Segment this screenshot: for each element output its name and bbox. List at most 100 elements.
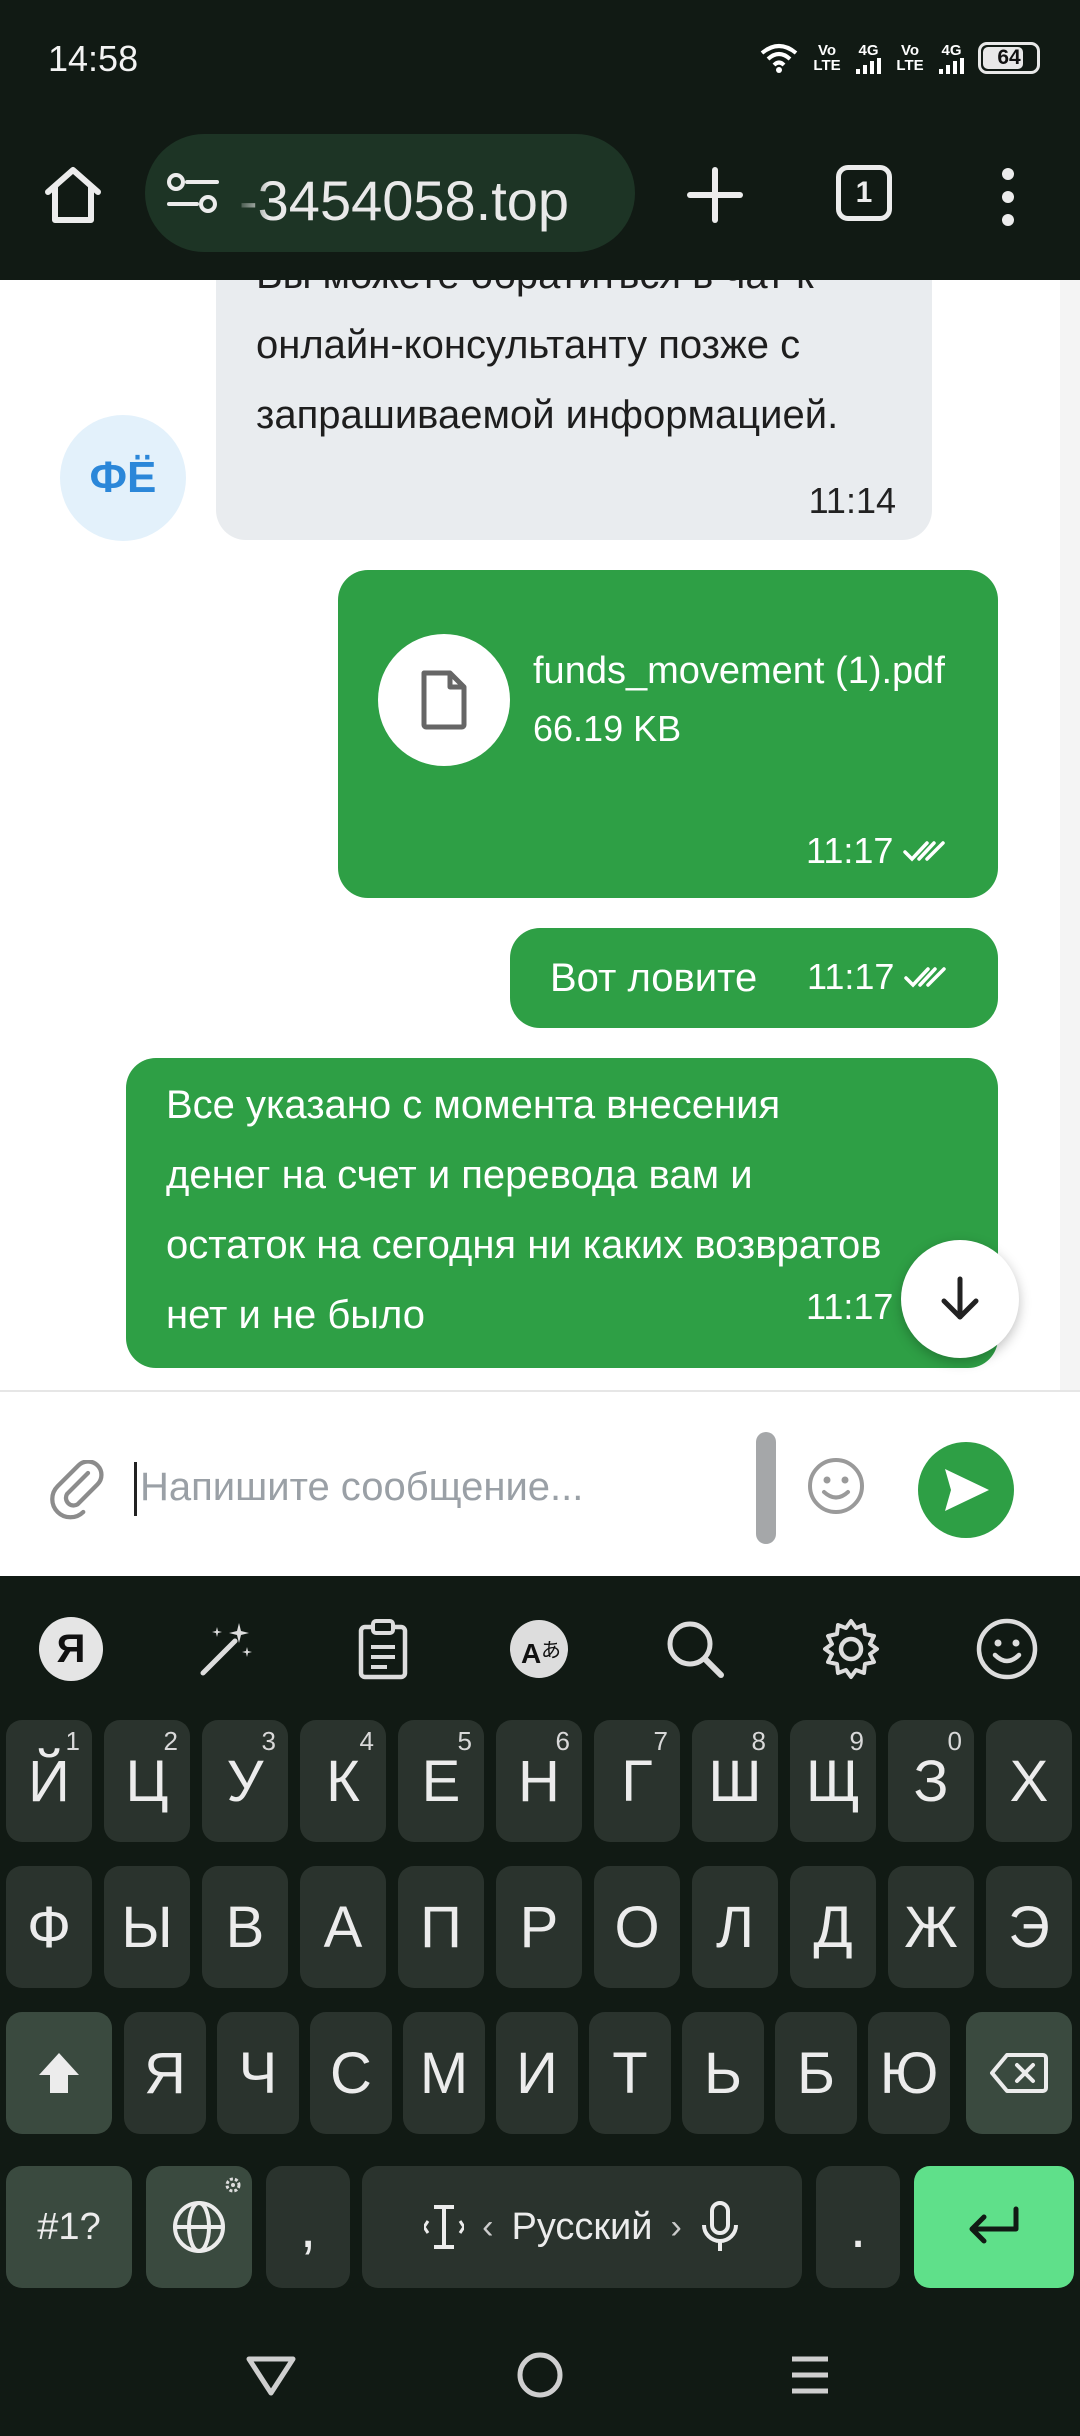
site-settings-icon[interactable] <box>167 170 219 216</box>
shift-key[interactable] <box>6 2012 112 2134</box>
home-circle-icon <box>517 2352 563 2398</box>
outgoing-message[interactable]: Вот ловите 11:17 <box>510 928 998 1028</box>
key[interactable]: С <box>310 2012 392 2134</box>
space-key[interactable]: ‹ Русский › <box>362 2166 802 2288</box>
key[interactable]: Ш8 <box>692 1720 778 1842</box>
language-switch-key[interactable] <box>146 2166 252 2288</box>
key[interactable]: Э <box>986 1866 1072 1988</box>
svg-text:A: A <box>521 1638 541 1669</box>
recents-button[interactable] <box>775 2340 845 2410</box>
key[interactable]: А <box>300 1866 386 1988</box>
emoji-icon[interactable] <box>974 1616 1040 1682</box>
key[interactable]: Я <box>124 2012 206 2134</box>
backspace-key[interactable] <box>966 2012 1072 2134</box>
message-input[interactable] <box>140 1452 740 1522</box>
yandex-logo[interactable]: Я <box>38 1616 104 1682</box>
key[interactable]: Ц2 <box>104 1720 190 1842</box>
key[interactable]: П <box>398 1866 484 1988</box>
key[interactable]: Е5 <box>398 1720 484 1842</box>
key[interactable]: Ь <box>682 2012 764 2134</box>
sim2-signal: 4G <box>939 43 964 74</box>
message-composer <box>0 1390 1080 1576</box>
key[interactable]: Ж <box>888 1866 974 1988</box>
sim2-volte-label: Vo LTE <box>896 42 924 74</box>
attach-icon[interactable] <box>50 1460 106 1520</box>
shift-icon <box>39 2053 79 2093</box>
status-icons: Vo LTE 4G Vo LTE 4G 64 <box>760 38 1040 78</box>
more-vert-icon[interactable] <box>988 162 1028 232</box>
keyboard-toolbar: Я A あ <box>0 1576 1080 1716</box>
key[interactable]: Ы <box>104 1866 190 1988</box>
battery-icon: 64 <box>978 42 1040 74</box>
comma-key[interactable]: , <box>266 2166 350 2288</box>
scrollbar[interactable] <box>1060 280 1080 1390</box>
symbols-key[interactable]: #1? <box>6 2166 132 2288</box>
outgoing-message-text: Все указано с момента внесения денег на … <box>166 1083 882 1337</box>
key[interactable]: Щ9 <box>790 1720 876 1842</box>
chevron-right-icon: › <box>670 2207 682 2246</box>
key[interactable]: Ю <box>868 2012 950 2134</box>
avatar: ФЁ <box>60 415 186 541</box>
key[interactable]: К4 <box>300 1720 386 1842</box>
language-label: Русский <box>511 2205 653 2248</box>
file-name: funds_movement (1).pdf <box>533 650 945 692</box>
message-meta: 11:17 <box>806 830 949 872</box>
search-icon[interactable] <box>662 1616 728 1682</box>
key[interactable]: Х <box>986 1720 1072 1842</box>
key[interactable]: Б <box>775 2012 857 2134</box>
resize-handle[interactable] <box>756 1432 776 1544</box>
settings-icon[interactable] <box>818 1616 884 1682</box>
home-nav-button[interactable] <box>505 2340 575 2410</box>
key[interactable]: Л <box>692 1866 778 1988</box>
key[interactable]: Н6 <box>496 1720 582 1842</box>
url-bar[interactable]: -3454058.top <box>145 134 635 252</box>
tab-count: 1 <box>855 176 873 209</box>
key[interactable]: З0 <box>888 1720 974 1842</box>
chat-area[interactable]: ФЁ Вы можете обратиться в чат к онлайн-к… <box>0 280 1080 1390</box>
chevron-left-icon: ‹ <box>482 2207 494 2246</box>
message-time: 11:17 <box>806 830 894 871</box>
key[interactable]: Г7 <box>594 1720 680 1842</box>
key[interactable]: В <box>202 1866 288 1988</box>
key[interactable]: М <box>403 2012 485 2134</box>
file-size: 66.19 KB <box>533 708 682 749</box>
send-button[interactable] <box>918 1442 1014 1538</box>
incoming-message-text: Вы можете обратиться в чат к онлайн-конс… <box>256 280 839 437</box>
document-icon <box>421 670 467 730</box>
microphone-icon <box>701 2201 738 2251</box>
backspace-icon <box>990 2053 1048 2093</box>
home-icon <box>45 167 101 223</box>
outgoing-message[interactable]: Все указано с момента внесения денег на … <box>126 1058 998 1368</box>
keyboard: Я A あ Й 1 Ц 2 У 3 К 4 Е 5 Н 6 Г 7 Ш 8 Щ … <box>0 1576 1080 2436</box>
enter-icon <box>969 2206 1019 2244</box>
scroll-to-bottom-button[interactable] <box>901 1240 1019 1358</box>
period-key[interactable]: . <box>816 2166 900 2288</box>
key[interactable]: Ф <box>6 1866 92 1988</box>
magic-wand-icon[interactable] <box>194 1616 260 1682</box>
status-bar: 14:58 Vo LTE 4G Vo LTE 4G 64 <box>0 0 1080 120</box>
key[interactable]: Д <box>790 1866 876 1988</box>
key[interactable]: Р <box>496 1866 582 1988</box>
tab-switcher-icon[interactable]: 1 <box>836 165 892 221</box>
enter-key[interactable] <box>914 2166 1074 2288</box>
clipboard-icon[interactable] <box>350 1616 416 1682</box>
key[interactable]: О <box>594 1866 680 1988</box>
back-triangle-icon <box>246 2356 296 2396</box>
double-check-icon <box>903 841 946 862</box>
translate-icon[interactable]: A あ <box>506 1616 572 1682</box>
file-icon-circle[interactable] <box>378 634 510 766</box>
key[interactable]: Т <box>589 2012 671 2134</box>
browser-toolbar: -3454058.top 1 <box>0 120 1080 280</box>
file-message[interactable]: funds_movement (1).pdf 66.19 KB 11:17 <box>338 570 998 898</box>
new-tab-button[interactable] <box>680 160 750 230</box>
wifi-icon <box>760 44 798 73</box>
key[interactable]: Ч <box>217 2012 299 2134</box>
back-button[interactable] <box>236 2340 306 2410</box>
send-icon <box>945 1469 989 1511</box>
home-button[interactable] <box>38 160 108 230</box>
yandex-logo-letter: Я <box>39 1617 103 1681</box>
key[interactable]: Й1 <box>6 1720 92 1842</box>
emoji-icon[interactable] <box>806 1456 866 1516</box>
key[interactable]: У3 <box>202 1720 288 1842</box>
key[interactable]: И <box>496 2012 578 2134</box>
